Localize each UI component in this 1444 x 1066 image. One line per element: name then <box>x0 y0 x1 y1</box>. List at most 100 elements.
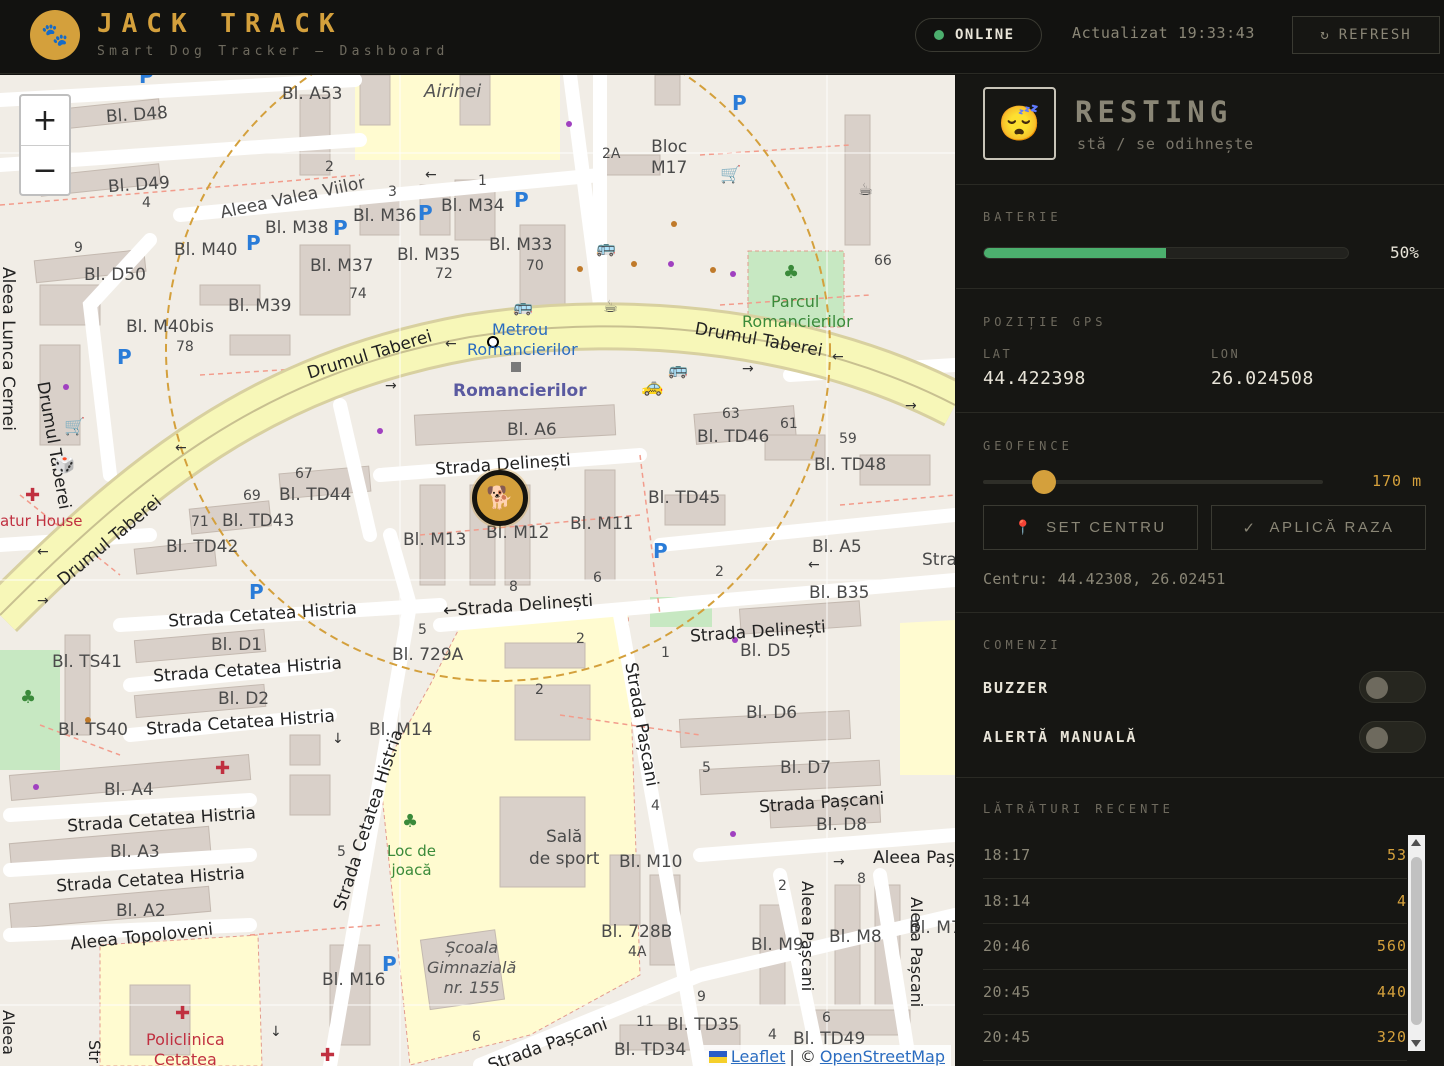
map[interactable]: P P P P P P P P P P ← ← → ← ← → → ← → ↓ … <box>0 75 955 1066</box>
map-label: Bl. A3 <box>110 842 160 862</box>
map-label: Bl. D50 <box>84 265 146 285</box>
map-label: Bl. M13 <box>403 530 467 550</box>
map-label: Parcul <box>771 292 820 311</box>
map-label: Bl. M35 <box>397 245 461 265</box>
last-updated: Actualizat 19:33:43 <box>1072 24 1255 42</box>
manual-alert-toggle[interactable] <box>1359 721 1426 753</box>
map-attribution: Leaflet | © OpenStreetMap <box>702 1045 951 1066</box>
geofence-label: GEOFENCE <box>983 439 1073 453</box>
scroll-thumb[interactable] <box>1411 857 1422 1025</box>
bark-time: 18:14 <box>983 891 1031 910</box>
map-label: Bl. 728B <box>601 922 673 942</box>
bus-stop-icon: 🚌 <box>596 238 616 257</box>
map-label: Bl. TD43 <box>222 511 295 531</box>
brand-title: JACK TRACK <box>97 9 344 39</box>
dog-location-marker[interactable]: 🐕 <box>472 470 528 526</box>
cafe-icon: ☕ <box>858 180 874 200</box>
map-label: Bl. TD46 <box>697 427 770 447</box>
map-label: Romancierilor <box>467 340 578 359</box>
map-label: Romancierilor <box>453 381 587 401</box>
pharmacy-icon: ✚ <box>320 1045 336 1066</box>
map-label-line: Policlinica <box>146 1030 225 1049</box>
house-number: 3 <box>388 184 397 200</box>
toggle-knob <box>1366 677 1388 699</box>
house-number: 11 <box>636 1014 654 1030</box>
brand-subtitle: Smart Dog Tracker — Dashboard <box>97 44 449 59</box>
house-number: 61 <box>780 416 798 432</box>
house-number: 69 <box>243 488 261 504</box>
gps-label: POZIȚIE GPS <box>983 315 1107 329</box>
map-label: Bl. M37 <box>310 256 374 276</box>
geofence-radius-slider[interactable] <box>983 470 1323 494</box>
map-label: Bl. M36 <box>353 206 417 226</box>
apply-radius-label: APLICĂ RAZA <box>1269 519 1395 536</box>
svg-text:→: → <box>742 361 754 377</box>
map-label: Bl. D1 <box>211 635 263 655</box>
lat-value: 44.422398 <box>983 368 1086 389</box>
bark-value: 53 <box>1386 846 1407 865</box>
lon-key: LON <box>1211 347 1241 361</box>
scroll-down-icon[interactable] <box>1411 1040 1421 1047</box>
park-icon: ♣ <box>20 687 37 708</box>
bark-value: 560 <box>1376 937 1407 956</box>
svg-text:←: ← <box>175 440 187 456</box>
online-dot-icon <box>934 30 944 40</box>
status-section: 😴 RESTING stă / se odihnește <box>956 75 1444 185</box>
svg-text:P: P <box>653 539 668 563</box>
bark-time: 20:45 <box>983 982 1031 1001</box>
status-title: RESTING <box>1075 95 1233 129</box>
apply-radius-button[interactable]: ✓ APLICĂ RAZA <box>1211 505 1426 550</box>
buzzer-label: BUZZER <box>983 679 1050 697</box>
svg-text:←: ← <box>37 544 49 560</box>
map-label: Bl. M16 <box>322 970 386 990</box>
map-label: Aleea Paș <box>873 848 955 868</box>
zoom-in-button[interactable]: + <box>21 96 69 145</box>
house-number: 4 <box>768 1027 777 1043</box>
house-number: 71 <box>191 514 209 530</box>
house-number: 66 <box>874 253 892 269</box>
commands-label: COMENZI <box>983 638 1062 652</box>
map-label: Bl. D6 <box>746 703 798 723</box>
house-number: 8 <box>509 579 518 595</box>
svg-text:P: P <box>139 75 154 88</box>
game-icon: 🎲 <box>54 455 76 475</box>
buzzer-toggle[interactable] <box>1359 671 1426 703</box>
set-center-button[interactable]: 📍 SET CENTRU <box>983 505 1198 550</box>
barks-list[interactable]: 18:17 53 18:14 4 20:46 560 20:45 440 20:45 320 <box>983 833 1407 1063</box>
map-label-line: Loc de <box>387 842 437 860</box>
svg-text:→: → <box>385 378 397 394</box>
leaflet-link[interactable]: Leaflet <box>731 1047 785 1066</box>
map-label: Bl. M34 <box>441 196 505 216</box>
scroll-up-icon[interactable] <box>1411 839 1421 846</box>
barks-scrollbar[interactable] <box>1408 835 1425 1051</box>
map-label: Bloc M17 <box>651 137 687 179</box>
taxi-icon: 🚕 <box>641 376 664 397</box>
zoom-out-button[interactable]: − <box>21 145 69 194</box>
map-label: Bl. A53 <box>282 84 343 104</box>
check-icon: ✓ <box>1242 519 1258 537</box>
refresh-button[interactable]: ↻ REFRESH <box>1292 16 1440 54</box>
map-label: Bl. M38 <box>265 218 329 238</box>
map-label-line: M17 <box>651 158 688 178</box>
side-panel: 😴 RESTING stă / se odihnește BATERIE 50%… <box>956 75 1444 1066</box>
map-label: Bl. M40bis <box>126 317 214 337</box>
map-label: Bl. D7 <box>780 758 832 778</box>
house-number: 4A <box>628 944 647 960</box>
online-status-badge: ONLINE <box>915 18 1042 52</box>
map-label: Bl. M12 <box>486 523 550 543</box>
map-label-line: nr. 155 <box>443 978 500 997</box>
svg-text:←: ← <box>425 167 437 183</box>
house-number: 2 <box>576 631 585 647</box>
bark-value: 440 <box>1376 982 1407 1001</box>
manual-alert-label: ALERTĂ MANUALĂ <box>983 728 1138 746</box>
bark-value: 4 <box>1396 891 1407 910</box>
slider-thumb[interactable] <box>1032 470 1057 494</box>
bark-row: 20:45 440 <box>983 970 1407 1015</box>
openstreetmap-link[interactable]: OpenStreetMap <box>820 1047 945 1066</box>
map-label-line: Cetatea <box>153 1050 217 1066</box>
map-label: Romancierilor <box>742 312 853 331</box>
svg-text:←: ← <box>832 349 844 365</box>
map-label-line: Sală <box>546 827 583 847</box>
svg-text:←: ← <box>808 557 820 573</box>
paw-icon: 🐾 <box>30 10 80 60</box>
